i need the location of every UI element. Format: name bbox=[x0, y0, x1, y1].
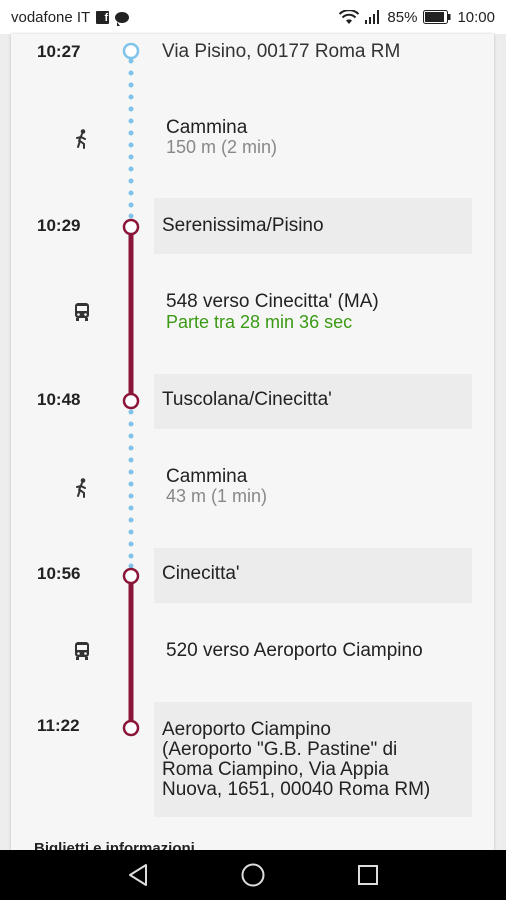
route-timeline bbox=[122, 42, 140, 737]
chat-notification-icon bbox=[115, 11, 130, 26]
stop-marker bbox=[122, 567, 140, 585]
stop-time: 11:22 bbox=[37, 716, 80, 735]
destination-name[interactable]: Aeroporto Ciampino (Aeroporto "G.B. Past… bbox=[162, 720, 430, 800]
bus-line-1 bbox=[128, 227, 134, 401]
stop-name[interactable]: Tuscolana/Cinecitta' bbox=[162, 390, 332, 410]
recents-button[interactable] bbox=[353, 860, 383, 890]
stop-marker-destination bbox=[122, 719, 140, 737]
back-button[interactable] bbox=[123, 860, 153, 890]
signal-icon bbox=[365, 10, 380, 24]
status-bar: vodafone IT f 85% 10:00 bbox=[0, 0, 506, 34]
leg-title: Cammina bbox=[166, 466, 248, 487]
walk-dots-1 bbox=[128, 58, 134, 219]
carrier-label: vodafone IT bbox=[11, 8, 91, 26]
leg-title: 548 verso Cinecitta' (MA) bbox=[166, 291, 379, 312]
walk-dots-2 bbox=[128, 409, 134, 569]
stop-time: 10:56 bbox=[37, 564, 81, 583]
stop-marker bbox=[122, 218, 140, 236]
stop-name[interactable]: Cinecitta' bbox=[162, 564, 240, 584]
stop-marker-origin bbox=[122, 42, 140, 60]
stop-name[interactable]: Via Pisino, 00177 Roma RM bbox=[162, 42, 400, 62]
itinerary-card: 10:27 Via Pisino, 00177 Roma RM Cammina … bbox=[11, 34, 494, 850]
bus-icon bbox=[71, 301, 93, 323]
battery-icon bbox=[423, 10, 451, 24]
battery-percent: 85% bbox=[387, 8, 418, 26]
bus-icon bbox=[71, 640, 93, 662]
stop-time: 10:48 bbox=[37, 390, 81, 409]
clock: 10:00 bbox=[457, 8, 495, 26]
wifi-icon bbox=[339, 9, 360, 24]
leg-title: 520 verso Aeroporto Ciampino bbox=[166, 640, 423, 661]
navigation-bar bbox=[0, 850, 506, 900]
stop-name[interactable]: Serenissima/Pisino bbox=[162, 216, 324, 236]
leg-title: Cammina bbox=[166, 117, 248, 138]
section-heading: Biglietti e informazioni bbox=[34, 840, 195, 850]
walk-icon bbox=[71, 128, 93, 150]
leg-detail: 150 m (2 min) bbox=[166, 137, 278, 157]
stop-time: 10:27 bbox=[37, 42, 81, 61]
stop-marker bbox=[122, 392, 140, 410]
facebook-icon: f bbox=[96, 10, 110, 24]
home-button[interactable] bbox=[238, 860, 268, 890]
leg-detail: 43 m (1 min) bbox=[166, 486, 268, 506]
walk-icon bbox=[71, 477, 93, 499]
stop-time: 10:29 bbox=[37, 216, 81, 235]
departure-countdown: Parte tra 28 min 36 sec bbox=[166, 312, 353, 332]
bus-line-2 bbox=[128, 576, 134, 728]
